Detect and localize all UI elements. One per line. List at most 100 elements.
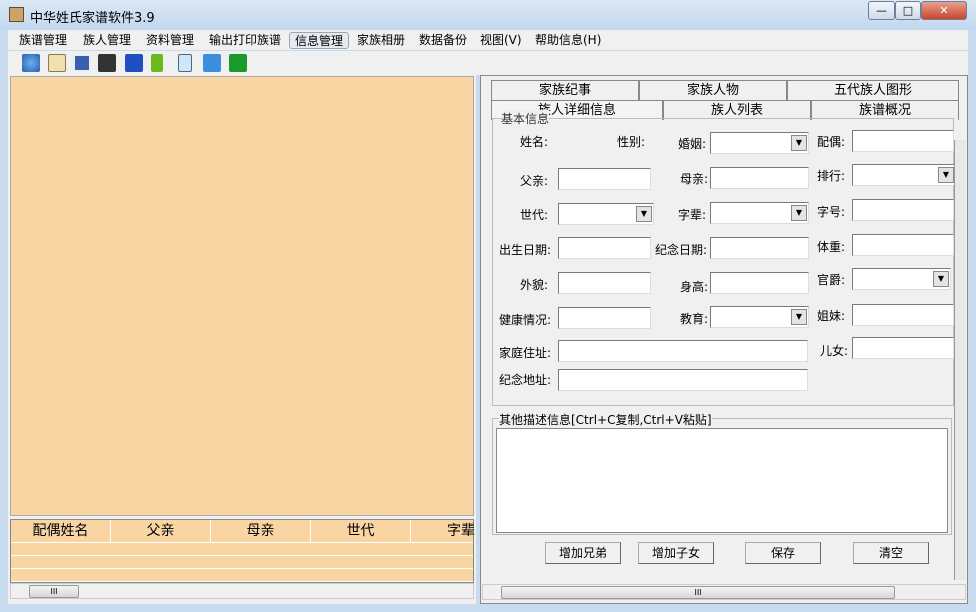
chevron-down-icon[interactable]: ▼ xyxy=(791,135,807,151)
children-input[interactable] xyxy=(852,337,954,359)
zibei-select[interactable]: ▼ xyxy=(710,202,809,224)
column-header[interactable]: 世代 xyxy=(311,520,411,542)
address-label: 家庭住址: xyxy=(499,346,552,360)
group-title: 基本信息 xyxy=(501,110,550,127)
menu-genealogy[interactable]: 族谱管理 xyxy=(14,32,72,49)
health-label: 健康情况: xyxy=(499,313,552,327)
generation-select[interactable]: ▼ xyxy=(558,203,654,225)
maximize-button[interactable]: □ xyxy=(895,1,921,20)
memorial-address-label: 纪念地址: xyxy=(499,373,552,387)
clear-button[interactable]: 清空 xyxy=(853,542,929,564)
description-textarea[interactable] xyxy=(496,428,948,533)
chevron-down-icon[interactable]: ▼ xyxy=(933,271,949,287)
left-horizontal-scrollbar[interactable]: III xyxy=(10,583,474,599)
binoculars-icon[interactable] xyxy=(98,54,116,72)
weight-input[interactable] xyxy=(852,234,954,256)
memorial-date-input[interactable] xyxy=(710,237,809,259)
tab-label: 五代族人图形 xyxy=(833,83,912,98)
rank-select[interactable]: ▼ xyxy=(852,164,956,186)
scroll-thumb[interactable]: III xyxy=(501,586,895,599)
name-label: 姓名: xyxy=(520,135,549,149)
tab-label: 家族纪事 xyxy=(538,83,591,98)
father-label: 父亲: xyxy=(520,174,549,188)
chevron-down-icon[interactable]: ▼ xyxy=(636,206,652,222)
tab-label: 族人列表 xyxy=(710,103,763,118)
weight-label: 体重: xyxy=(817,240,846,254)
tab-label: 族谱概况 xyxy=(858,103,911,118)
birth-label: 出生日期: xyxy=(499,243,552,257)
family-tree-canvas[interactable] xyxy=(10,76,474,516)
tab-five-generations[interactable]: 五代族人图形 xyxy=(787,80,959,100)
menu-help[interactable]: 帮助信息(H) xyxy=(530,32,606,49)
menu-view[interactable]: 视图(V) xyxy=(475,32,527,49)
exit-icon[interactable] xyxy=(229,54,247,72)
appearance-input[interactable] xyxy=(558,272,651,294)
tab-label: 族人详细信息 xyxy=(537,103,616,118)
birth-input[interactable] xyxy=(558,237,651,259)
zihao-input[interactable] xyxy=(852,199,954,221)
chevron-down-icon[interactable]: ▼ xyxy=(791,309,807,325)
window-title: 中华姓氏家谱软件3.9 xyxy=(30,11,155,26)
mother-input[interactable] xyxy=(710,167,809,189)
menu-members[interactable]: 族人管理 xyxy=(78,32,136,49)
spouse-label: 配偶: xyxy=(817,135,846,149)
close-button[interactable]: ✕ xyxy=(921,1,967,20)
globe-icon[interactable] xyxy=(22,54,40,72)
column-header[interactable]: 配偶姓名 xyxy=(11,520,111,542)
address-input[interactable] xyxy=(558,340,808,362)
right-vertical-scrollbar[interactable] xyxy=(954,140,966,580)
minimize-button[interactable]: — xyxy=(868,1,895,20)
right-horizontal-scrollbar[interactable]: III xyxy=(482,584,966,600)
education-label: 教育: xyxy=(680,312,709,326)
father-input[interactable] xyxy=(558,168,651,190)
save-icon[interactable] xyxy=(125,54,143,72)
gender-label: 性别: xyxy=(617,135,646,149)
description-group: 其他描述信息[Ctrl+C复制,Ctrl+V粘贴] xyxy=(492,411,952,535)
app-icon xyxy=(9,7,24,22)
height-input[interactable] xyxy=(710,272,809,294)
menu-info[interactable]: 信息管理 xyxy=(289,32,350,49)
up-arrow-icon[interactable] xyxy=(151,54,163,72)
row-line xyxy=(11,555,473,556)
menu-bar: 族谱管理 族人管理 资料管理 输出打印族谱 信息管理 家族相册 数据备份 视图(… xyxy=(8,30,968,50)
chevron-down-icon[interactable]: ▼ xyxy=(791,205,807,221)
rank-label: 排行: xyxy=(817,169,846,183)
document-icon[interactable] xyxy=(178,54,192,72)
copy-icon[interactable] xyxy=(203,54,221,72)
tab-label: 家族人物 xyxy=(686,83,739,98)
menu-album[interactable]: 家族相册 xyxy=(352,32,410,49)
zibei-label: 字辈: xyxy=(678,208,707,222)
window-icon[interactable] xyxy=(73,54,91,72)
tab-family-chronicle[interactable]: 家族纪事 xyxy=(491,80,639,100)
tab-member-list[interactable]: 族人列表 xyxy=(663,100,811,120)
memorial-address-input[interactable] xyxy=(558,369,808,391)
chevron-down-icon[interactable]: ▼ xyxy=(938,167,954,183)
spouse-input[interactable] xyxy=(852,130,954,152)
tab-overview[interactable]: 族谱概况 xyxy=(811,100,959,120)
education-select[interactable]: ▼ xyxy=(710,306,809,328)
generation-label: 世代: xyxy=(520,208,549,222)
zihao-label: 字号: xyxy=(817,205,846,219)
basic-info-group: 基本信息 xyxy=(492,110,954,406)
tab-family-figures[interactable]: 家族人物 xyxy=(639,80,787,100)
add-sibling-button[interactable]: 增加兄弟 xyxy=(545,542,621,564)
row-line xyxy=(11,581,473,582)
sisters-input[interactable] xyxy=(852,304,954,326)
description-label: 其他描述信息[Ctrl+C复制,Ctrl+V粘贴] xyxy=(499,411,712,428)
menu-data[interactable]: 资料管理 xyxy=(141,32,199,49)
title-select[interactable]: ▼ xyxy=(852,268,951,290)
add-child-button[interactable]: 增加子女 xyxy=(638,542,714,564)
title-label: 官爵: xyxy=(817,273,846,287)
members-grid[interactable]: 配偶姓名 父亲 母亲 世代 字辈 xyxy=(10,519,475,583)
column-header[interactable]: 字辈 xyxy=(411,520,475,542)
marriage-select[interactable]: ▼ xyxy=(710,132,809,154)
book-icon[interactable] xyxy=(48,54,66,72)
health-input[interactable] xyxy=(558,307,651,329)
column-header[interactable]: 父亲 xyxy=(111,520,211,542)
menu-print[interactable]: 输出打印族谱 xyxy=(204,32,286,49)
title-bar: 中华姓氏家谱软件3.9 — □ ✕ xyxy=(0,0,976,30)
scroll-thumb[interactable]: III xyxy=(29,585,79,598)
column-header[interactable]: 母亲 xyxy=(211,520,311,542)
menu-backup[interactable]: 数据备份 xyxy=(414,32,472,49)
save-button[interactable]: 保存 xyxy=(745,542,821,564)
